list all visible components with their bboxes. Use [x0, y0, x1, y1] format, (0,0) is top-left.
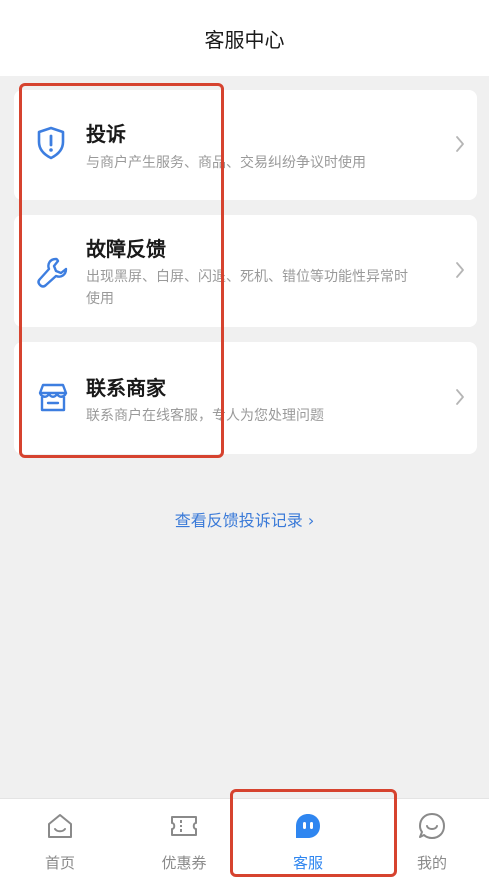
chevron-right-icon	[456, 262, 464, 278]
highlight-box	[230, 789, 397, 877]
view-feedback-history-link[interactable]: 查看反馈投诉记录 ›	[0, 507, 489, 531]
tab-coupon[interactable]: 优惠券	[134, 799, 234, 879]
chevron-right-icon	[456, 389, 464, 405]
page-title: 客服中心	[204, 27, 285, 52]
tab-home[interactable]: 首页	[10, 799, 110, 879]
tab-home-label: 首页	[44, 854, 75, 872]
smile-chat-icon	[419, 813, 445, 839]
home-icon	[48, 814, 72, 838]
tab-mine-label: 我的	[416, 854, 447, 872]
highlight-box	[19, 83, 224, 458]
tab-coupon-label: 优惠券	[161, 854, 207, 872]
tab-mine[interactable]: 我的	[382, 799, 482, 879]
chevron-right-icon	[456, 136, 464, 152]
top-header: 客服中心	[0, 0, 489, 76]
coupon-icon	[171, 816, 197, 836]
